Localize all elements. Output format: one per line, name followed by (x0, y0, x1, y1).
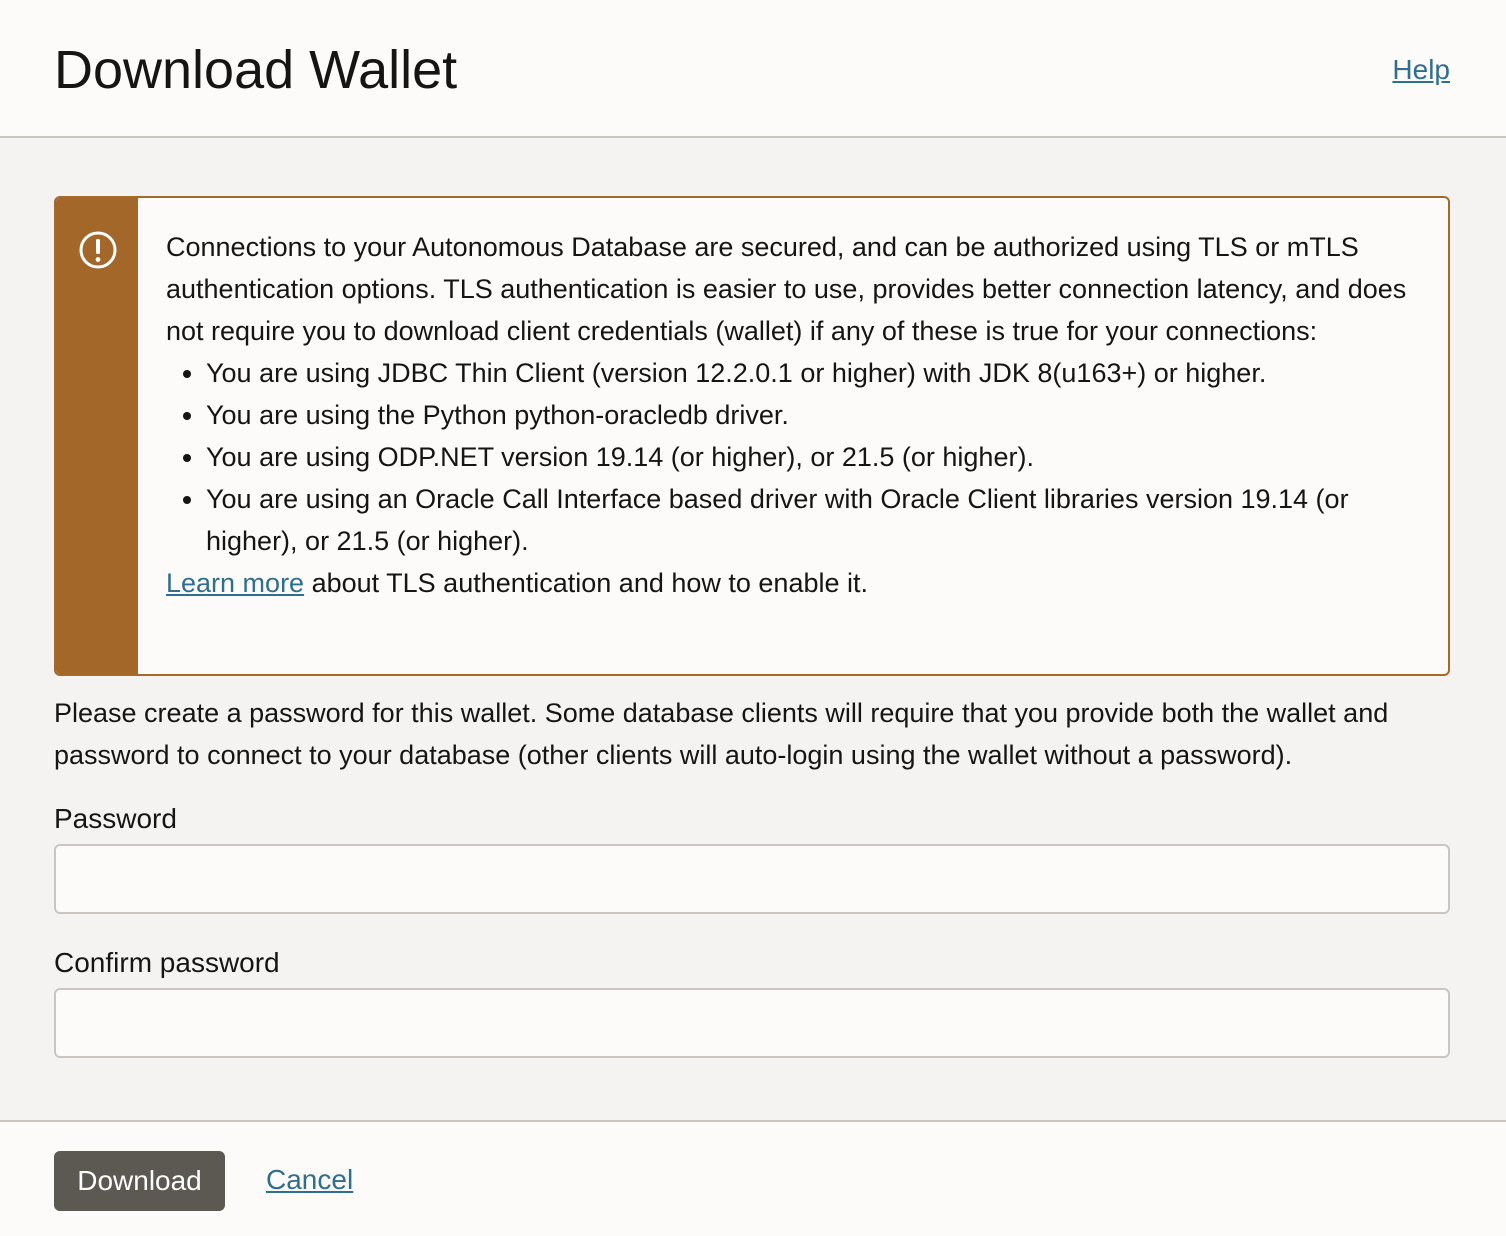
cancel-link[interactable]: Cancel (266, 1164, 353, 1196)
warning-message: Connections to your Autonomous Database … (138, 198, 1448, 674)
download-button[interactable]: Download (54, 1151, 225, 1211)
list-item: You are using JDBC Thin Client (version … (206, 352, 1422, 394)
password-instructions: Please create a password for this wallet… (54, 698, 1389, 770)
confirm-password-label: Confirm password (54, 947, 280, 978)
list-item: You are using the Python python-oracledb… (206, 394, 1422, 436)
dialog-header: Download Wallet Help (0, 0, 1506, 138)
confirm-password-input[interactable] (54, 988, 1450, 1058)
learn-more-suffix: about TLS authentication and how to enab… (304, 568, 868, 598)
list-item: You are using ODP.NET version 19.14 (or … (206, 436, 1422, 478)
learn-more-line: Learn more about TLS authentication and … (166, 562, 1422, 604)
warning-accent-bar (56, 198, 138, 674)
dialog-footer: Download Cancel (0, 1120, 1506, 1236)
dialog-content: Connections to your Autonomous Database … (54, 196, 1450, 1058)
page-title: Download Wallet (54, 40, 458, 100)
warning-intro: Connections to your Autonomous Database … (166, 232, 1407, 346)
list-item: You are using an Oracle Call Interface b… (206, 478, 1422, 562)
warning-list: You are using JDBC Thin Client (version … (166, 352, 1422, 562)
password-label: Password (54, 803, 177, 834)
password-input[interactable] (54, 844, 1450, 914)
warning-banner: Connections to your Autonomous Database … (54, 196, 1450, 676)
exclamation-circle-icon (79, 231, 117, 269)
learn-more-link[interactable]: Learn more (166, 568, 304, 598)
help-link[interactable]: Help (1392, 54, 1450, 86)
